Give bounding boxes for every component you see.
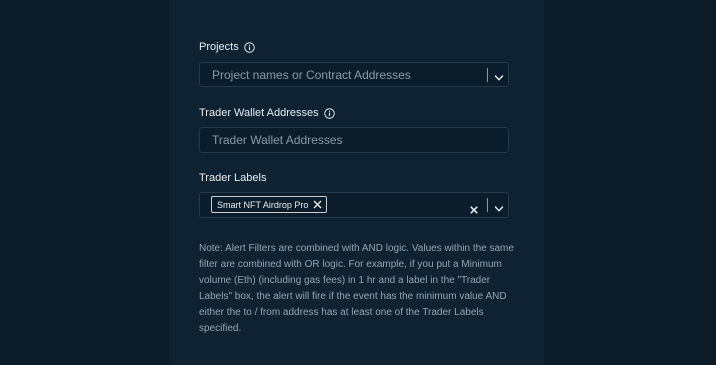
separator [487, 198, 488, 212]
trader-wallets-label: Trader Wallet Addresses [199, 107, 319, 119]
chevron-down-icon[interactable] [494, 70, 504, 81]
trader-wallets-input[interactable]: Trader Wallet Addresses [199, 127, 509, 153]
info-icon[interactable] [323, 107, 335, 119]
trader-wallets-label-row: Trader Wallet Addresses [199, 107, 335, 119]
info-icon[interactable] [244, 41, 255, 53]
remove-chip-icon[interactable] [313, 200, 322, 209]
chevron-down-icon[interactable] [494, 201, 504, 212]
projects-select[interactable]: Project names or Contract Addresses [199, 62, 509, 87]
trader-labels-label: Trader Labels [199, 172, 267, 184]
separator [487, 68, 488, 82]
alert-filters-note: Note: Alert Filters are combined with AN… [199, 243, 514, 334]
trader-wallets-placeholder: Trader Wallet Addresses [212, 133, 343, 147]
chip-label: Smart NFT Airdrop Pro [217, 199, 309, 210]
projects-label-row: Projects [199, 41, 255, 53]
selected-label-chip: Smart NFT Airdrop Pro [211, 196, 328, 213]
trader-labels-label-row: Trader Labels [199, 172, 266, 184]
clear-icon[interactable] [470, 201, 478, 214]
trader-labels-select[interactable]: Smart NFT Airdrop Pro [199, 192, 509, 218]
projects-label: Projects [199, 41, 239, 53]
projects-placeholder: Project names or Contract Addresses [212, 68, 411, 82]
